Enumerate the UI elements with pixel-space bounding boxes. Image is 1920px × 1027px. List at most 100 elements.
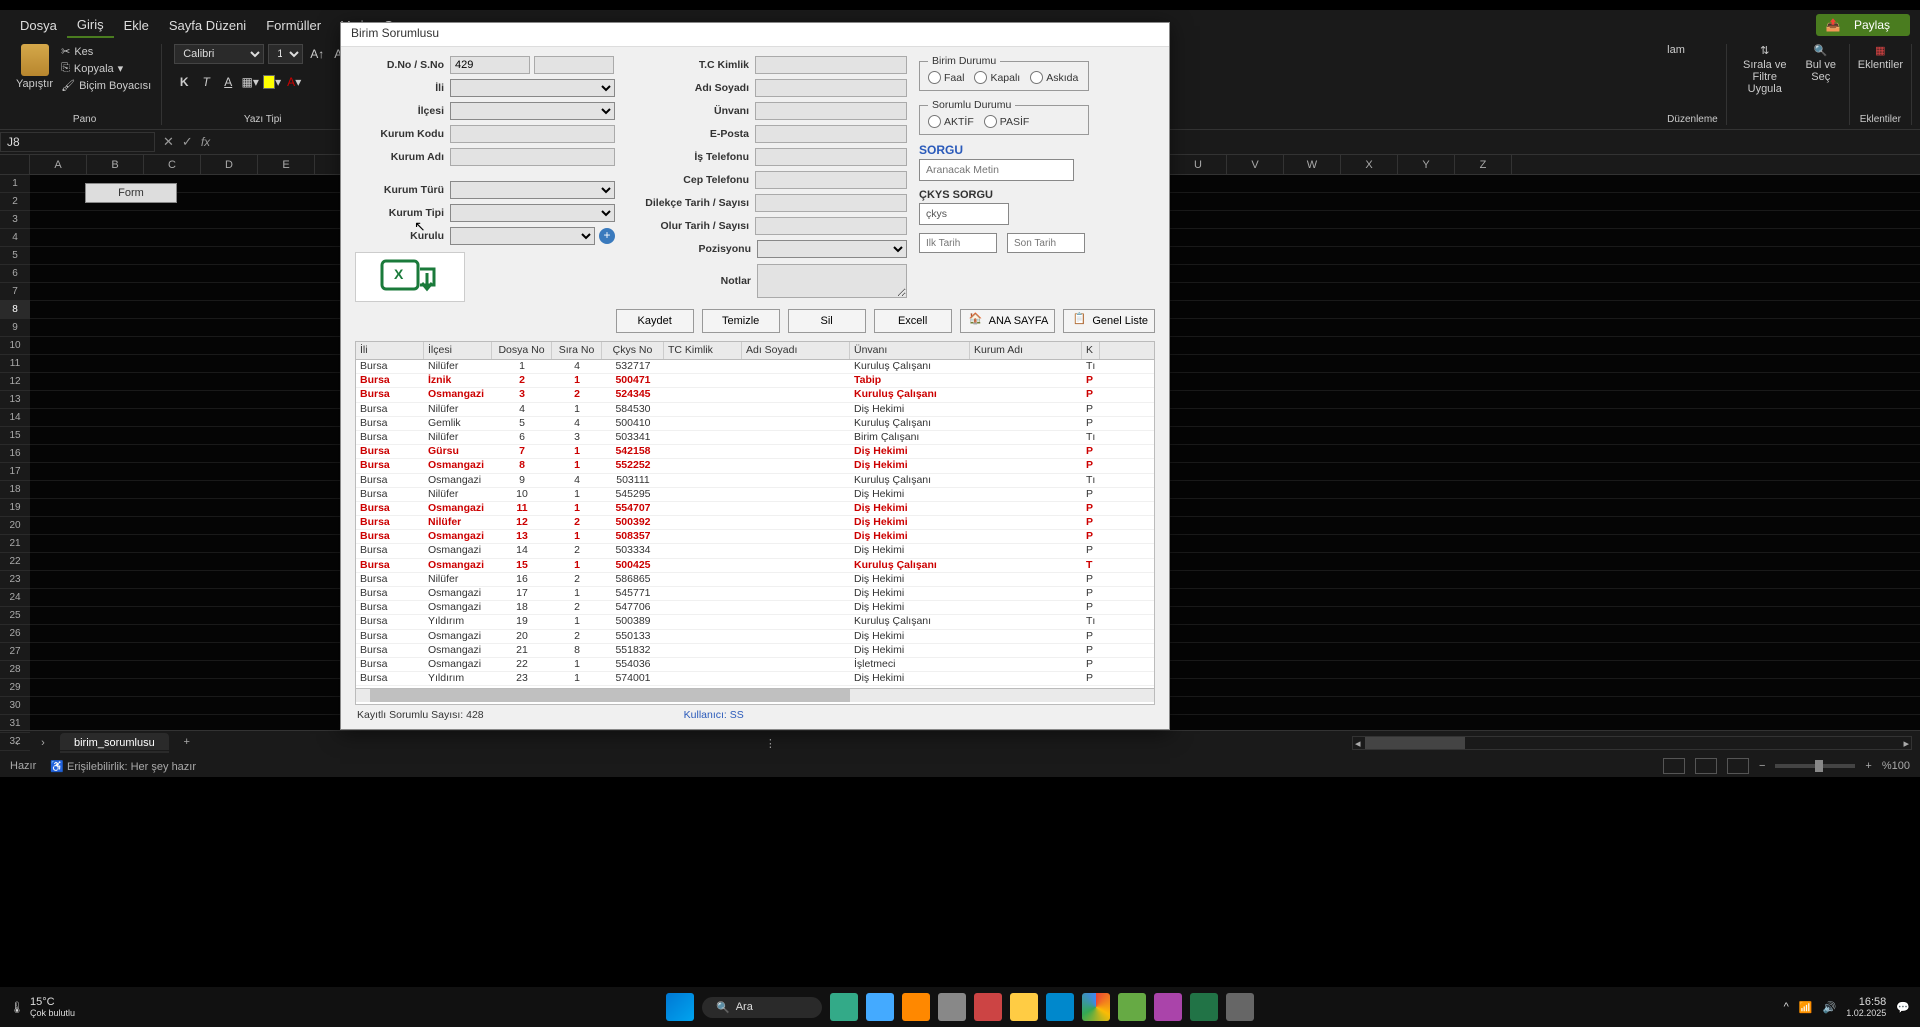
- row-header[interactable]: 24: [0, 589, 30, 607]
- eposta-input[interactable]: [755, 125, 907, 143]
- fx-icon[interactable]: fx: [201, 135, 210, 149]
- add-plus-button[interactable]: +: [599, 228, 615, 244]
- th-dosya-no[interactable]: Dosya No: [492, 342, 552, 359]
- row-header[interactable]: 13: [0, 391, 30, 409]
- font-color-button[interactable]: A▾: [284, 72, 304, 92]
- select-all-corner[interactable]: [0, 155, 30, 174]
- table-row[interactable]: BursaYıldırım231574001Diş HekimiP: [356, 672, 1154, 686]
- row-header[interactable]: 18: [0, 481, 30, 499]
- view-normal-icon[interactable]: [1663, 758, 1685, 774]
- ckys-input[interactable]: [919, 203, 1009, 225]
- tc-input[interactable]: [755, 56, 907, 74]
- column-header[interactable]: Y: [1398, 155, 1455, 174]
- tray-chevron-icon[interactable]: ^: [1784, 1001, 1789, 1013]
- task-app-6[interactable]: [1118, 993, 1146, 1021]
- menu-giris[interactable]: Giriş: [67, 13, 114, 38]
- row-header[interactable]: 28: [0, 661, 30, 679]
- zoom-slider[interactable]: [1775, 764, 1855, 768]
- tray-volume-icon[interactable]: 🔊: [1823, 1001, 1837, 1014]
- column-header[interactable]: Z: [1455, 155, 1512, 174]
- th-kurum-adi[interactable]: Kurum Adı: [970, 342, 1082, 359]
- row-header[interactable]: 9: [0, 319, 30, 337]
- share-button[interactable]: 📤 Paylaş: [1816, 14, 1910, 36]
- underline-button[interactable]: A: [218, 72, 238, 92]
- kurulu-select[interactable]: [450, 227, 595, 245]
- horizontal-scrollbar[interactable]: ◂▸: [1352, 736, 1912, 750]
- dilekce-input[interactable]: [755, 194, 907, 212]
- sort-filter-button[interactable]: ⇅Sırala ve Filtre Uygula: [1735, 44, 1795, 95]
- column-header[interactable]: U: [1170, 155, 1227, 174]
- ili-select[interactable]: [450, 79, 615, 97]
- task-app-4[interactable]: [938, 993, 966, 1021]
- view-page-layout-icon[interactable]: [1695, 758, 1717, 774]
- menu-formuller[interactable]: Formüller: [256, 14, 331, 37]
- kurum-tipi-select[interactable]: [450, 204, 615, 222]
- ana-sayfa-button[interactable]: 🏠ANA SAYFA: [960, 309, 1056, 333]
- table-row[interactable]: Bursaİznik21500471TabipP: [356, 374, 1154, 388]
- istel-input[interactable]: [755, 148, 907, 166]
- form-button-cell[interactable]: Form: [85, 183, 177, 203]
- zoom-in-icon[interactable]: +: [1865, 760, 1871, 772]
- radio-aktif[interactable]: AKTİF: [928, 115, 974, 128]
- table-row[interactable]: BursaNilüfer14532717Kuruluş ÇalışanıTı: [356, 360, 1154, 374]
- row-header[interactable]: 29: [0, 679, 30, 697]
- notifications-icon[interactable]: 💬: [1896, 1001, 1910, 1014]
- dno-input[interactable]: [450, 56, 530, 74]
- th-adi-soyadi[interactable]: Adı Soyadı: [742, 342, 850, 359]
- start-icon[interactable]: [666, 993, 694, 1021]
- table-row[interactable]: BursaOsmangazi142503334Diş HekimiP: [356, 544, 1154, 558]
- table-row[interactable]: BursaNilüfer101545295Diş HekimiP: [356, 488, 1154, 502]
- paste-button[interactable]: Yapıştır: [16, 44, 53, 90]
- column-header[interactable]: B: [87, 155, 144, 174]
- task-app-8[interactable]: [1226, 993, 1254, 1021]
- temizle-button[interactable]: Temizle: [702, 309, 780, 333]
- table-row[interactable]: BursaOsmangazi94503111Kuruluş ÇalışanıTı: [356, 474, 1154, 488]
- row-header[interactable]: 5: [0, 247, 30, 265]
- row-header[interactable]: 10: [0, 337, 30, 355]
- row-header[interactable]: 3: [0, 211, 30, 229]
- name-box[interactable]: [0, 132, 155, 152]
- table-row[interactable]: BursaNilüfer162586865Diş HekimiP: [356, 573, 1154, 587]
- tray-clock[interactable]: 16:581.02.2025: [1846, 996, 1886, 1018]
- fill-color-button[interactable]: ▾: [262, 72, 282, 92]
- table-row[interactable]: BursaGürsu71542158Diş HekimiP: [356, 445, 1154, 459]
- ilk-tarih-input[interactable]: [919, 233, 997, 253]
- task-explorer-icon[interactable]: [1010, 993, 1038, 1021]
- font-name-select[interactable]: Calibri: [174, 44, 264, 64]
- ceptel-input[interactable]: [755, 171, 907, 189]
- sno-input[interactable]: [534, 56, 614, 74]
- scroll-right-icon[interactable]: ▸: [1903, 737, 1909, 750]
- row-header[interactable]: 15: [0, 427, 30, 445]
- table-horizontal-scrollbar[interactable]: [356, 688, 1154, 702]
- table-row[interactable]: BursaOsmangazi218551832Diş HekimiP: [356, 644, 1154, 658]
- row-header[interactable]: 4: [0, 229, 30, 247]
- row-header[interactable]: 22: [0, 553, 30, 571]
- notlar-input[interactable]: [757, 264, 907, 298]
- adi-input[interactable]: [755, 79, 907, 97]
- genel-liste-button[interactable]: 📋Genel Liste: [1063, 309, 1155, 333]
- kaydet-button[interactable]: Kaydet: [616, 309, 694, 333]
- table-row[interactable]: BursaOsmangazi221554036İşletmeciP: [356, 658, 1154, 672]
- view-page-break-icon[interactable]: [1727, 758, 1749, 774]
- weather-widget[interactable]: 🌡 15°CÇok bulutlu: [10, 996, 75, 1018]
- kurum-turu-select[interactable]: [450, 181, 615, 199]
- row-header[interactable]: 11: [0, 355, 30, 373]
- th-sira-no[interactable]: Sıra No: [552, 342, 602, 359]
- row-header[interactable]: 6: [0, 265, 30, 283]
- table-row[interactable]: BursaOsmangazi171545771Diş HekimiP: [356, 587, 1154, 601]
- th-ili[interactable]: İli: [356, 342, 424, 359]
- row-header[interactable]: 25: [0, 607, 30, 625]
- task-app-7[interactable]: [1154, 993, 1182, 1021]
- row-header[interactable]: 20: [0, 517, 30, 535]
- cut-button[interactable]: ✂Kes: [59, 44, 153, 59]
- row-header[interactable]: 7: [0, 283, 30, 301]
- menu-sayfa-duzeni[interactable]: Sayfa Düzeni: [159, 14, 256, 37]
- column-header[interactable]: D: [201, 155, 258, 174]
- row-header[interactable]: 14: [0, 409, 30, 427]
- table-row[interactable]: BursaNilüfer41584530Diş HekimiP: [356, 403, 1154, 417]
- kurum-kodu-input[interactable]: [450, 125, 615, 143]
- pozisyonu-select[interactable]: [757, 240, 907, 258]
- column-header[interactable]: C: [144, 155, 201, 174]
- th-tc-kimlik[interactable]: TC Kimlik: [664, 342, 742, 359]
- menu-ekle[interactable]: Ekle: [114, 14, 159, 37]
